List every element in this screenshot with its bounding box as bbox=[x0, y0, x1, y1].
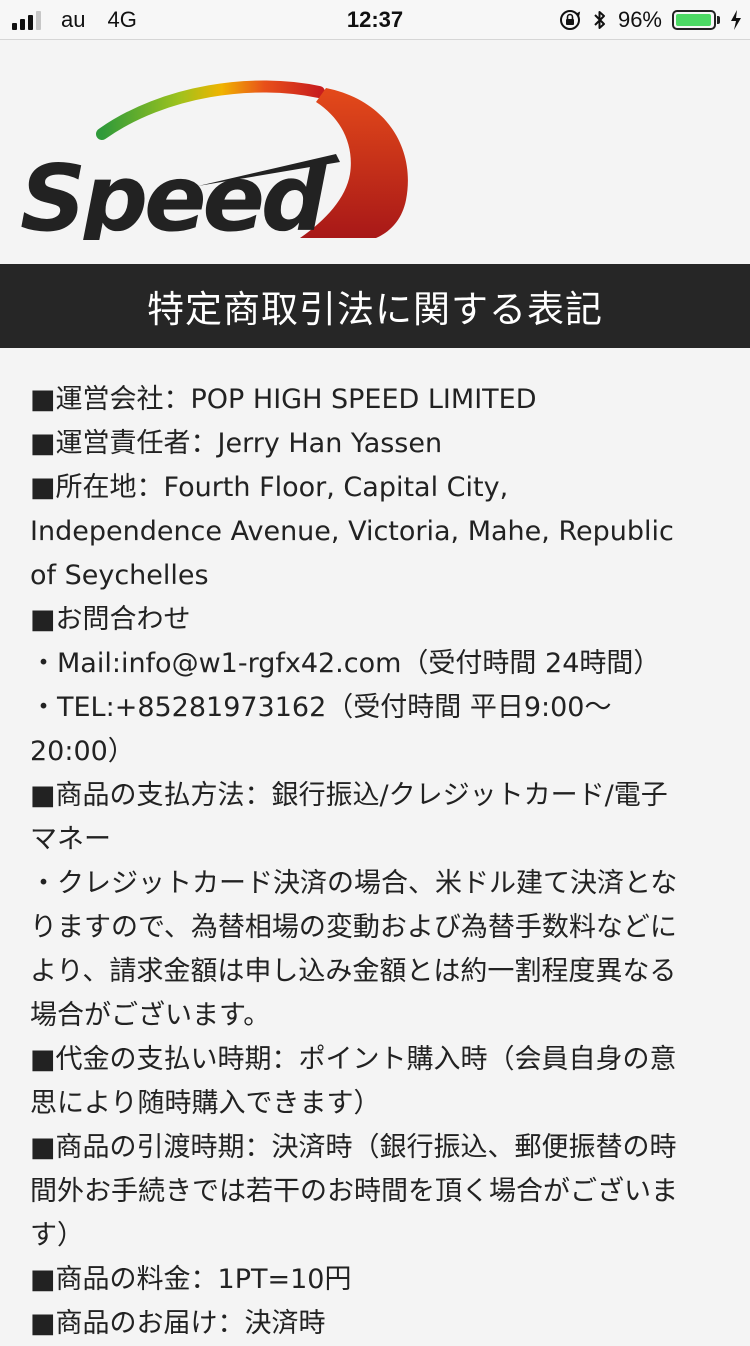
content-line: より、請求金額は申し込み金額とは約一割程度異なる bbox=[30, 956, 677, 987]
content-line: ■代金の支払い時期：ポイント購入時（会員自身の意 bbox=[30, 1044, 677, 1075]
page-title: 特定商取引法に関する表記 bbox=[147, 288, 603, 331]
content-line: ■商品の料金：1PT=10円 bbox=[30, 1264, 352, 1295]
legal-notice-content: ■運営会社：POP HIGH SPEED LIMITED ■運営責任者：Jerr… bbox=[30, 378, 720, 1346]
phone-line[interactable]: ・TEL:+85281973162（受付時間 平日9:00〜 bbox=[30, 686, 720, 730]
content-line: 場合がございます。 bbox=[30, 1000, 271, 1031]
bluetooth-icon bbox=[594, 11, 605, 29]
content-line: ■商品の支払方法：銀行振込/クレジットカード/電子 bbox=[30, 780, 668, 811]
content-line: ■商品の引渡時期：決済時（銀行振込、郵便振替の時 bbox=[30, 1132, 677, 1163]
battery-percent: 96% bbox=[617, 7, 662, 32]
content-line: りますので、為替相場の変動および為替手数料などに bbox=[30, 912, 677, 943]
speed-logo[interactable]: Speed bbox=[14, 70, 414, 240]
content-line: ■運営責任者：Jerry Han Yassen bbox=[30, 428, 443, 459]
content-line: of Seychelles bbox=[30, 560, 209, 591]
content-line: Independence Avenue, Victoria, Mahe, Rep… bbox=[30, 516, 674, 547]
logo-area: Speed bbox=[0, 40, 750, 264]
battery-icon bbox=[672, 10, 720, 30]
content-line: ■商品のお届け：決済時 bbox=[30, 1308, 326, 1339]
logo-wordmark: Speed bbox=[20, 145, 328, 240]
content-line: ・クレジットカード決済の場合、米ドル建て決済とな bbox=[30, 868, 678, 899]
content-line: ■お問合わせ bbox=[30, 604, 191, 635]
content-line: 思により随時購入できます） bbox=[30, 1088, 381, 1119]
content-line: ■運営会社：POP HIGH SPEED LIMITED bbox=[30, 384, 537, 415]
content-line: 20:00） bbox=[30, 736, 135, 767]
page-title-bar: 特定商取引法に関する表記 bbox=[0, 264, 750, 348]
content-line: 間外お手続きでは若干のお時間を頂く場合がございま bbox=[30, 1176, 678, 1207]
email-line[interactable]: ・Mail:info@w1-rgfx42.com（受付時間 24時間） bbox=[30, 642, 720, 686]
status-bar: au 4G 12:37 96% bbox=[0, 0, 750, 40]
content-line: す） bbox=[30, 1220, 84, 1251]
status-right: 96% bbox=[558, 7, 742, 33]
charging-bolt-icon bbox=[731, 10, 741, 30]
content-line: マネー bbox=[30, 824, 111, 855]
content-line: ■所在地：Fourth Floor, Capital City, bbox=[30, 472, 509, 503]
orientation-lock-icon bbox=[559, 10, 581, 30]
